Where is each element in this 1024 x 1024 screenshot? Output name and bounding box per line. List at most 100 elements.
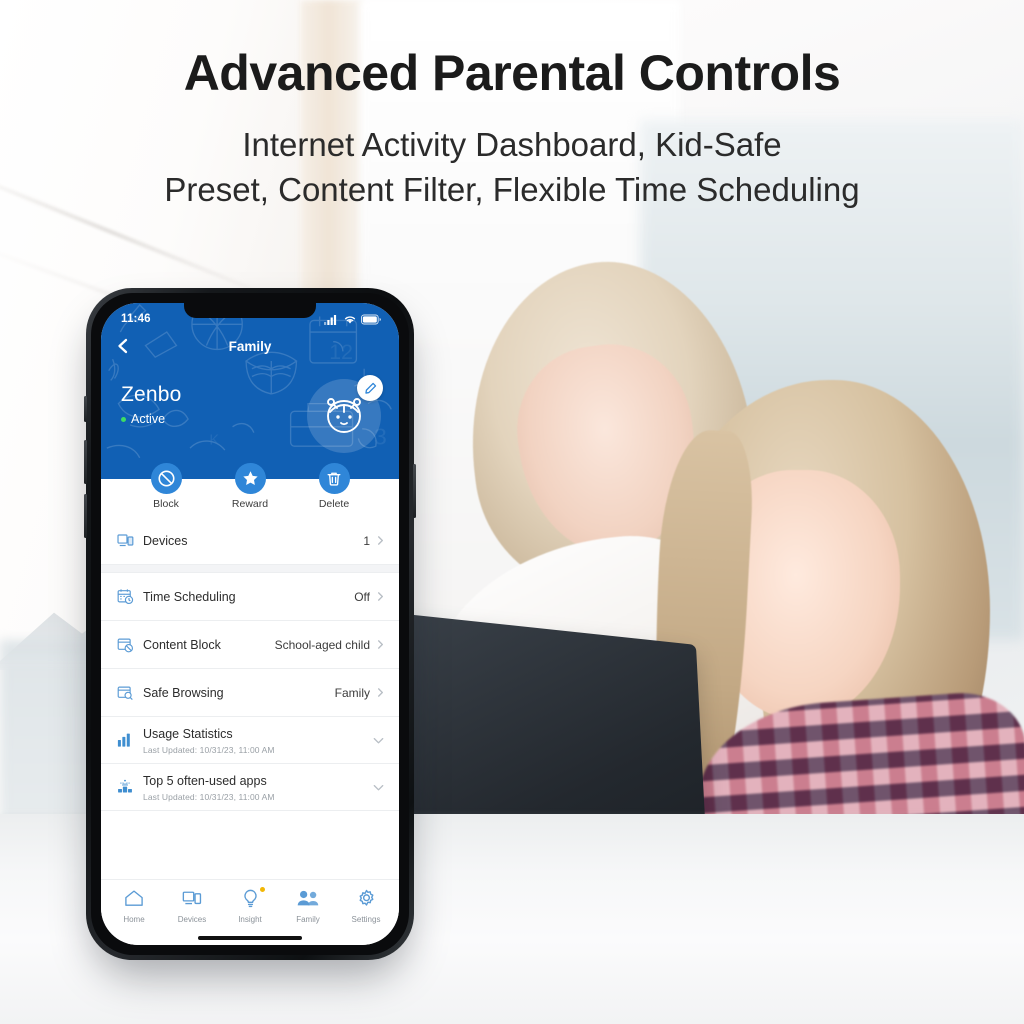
- chevron-right-icon: [378, 536, 383, 545]
- tab-family-label: Family: [296, 915, 320, 924]
- cellular-signal-icon: [324, 314, 337, 325]
- action-block[interactable]: Block: [139, 463, 193, 510]
- nav-title: Family: [228, 338, 272, 354]
- list-item-label: Safe Browsing: [143, 685, 224, 700]
- calendar-clock-icon: [117, 588, 143, 605]
- list-item-text: Top 5 often-used apps Last Updated: 10/3…: [143, 772, 372, 802]
- list-section-gap: [101, 565, 399, 573]
- bottom-tab-bar: Home Devices Insight Family Settings: [101, 879, 399, 933]
- delete-button[interactable]: [318, 463, 350, 494]
- bar-chart-icon: [117, 732, 143, 748]
- gear-icon: [338, 887, 394, 909]
- list-item-sublabel: Last Updated: 10/31/23, 11:00 AM: [143, 745, 275, 755]
- profile-status: Active: [121, 412, 182, 426]
- list-item-devices[interactable]: Devices 1: [101, 517, 399, 565]
- list-item-text: Usage Statistics Last Updated: 10/31/23,…: [143, 725, 372, 755]
- list-item-safe-browsing[interactable]: Safe Browsing Family: [101, 669, 399, 717]
- lightbulb-icon: [222, 887, 278, 909]
- page-subtitle: Internet Activity Dashboard, Kid-Safe Pr…: [0, 123, 1024, 213]
- star-icon: [242, 471, 258, 485]
- home-indicator-area: [101, 933, 399, 945]
- promo-text-block: Advanced Parental Controls Internet Acti…: [0, 46, 1024, 213]
- phone-volume-down-button[interactable]: [84, 494, 87, 538]
- action-reward-label: Reward: [231, 498, 269, 510]
- insight-badge-dot: [260, 887, 265, 892]
- home-icon: [106, 887, 162, 909]
- top-apps-icon: [117, 779, 143, 795]
- list-item-label: Time Scheduling: [143, 589, 236, 604]
- settings-list: Devices 1 Time Scheduling Off Content Bl…: [101, 517, 399, 879]
- trash-icon: [327, 472, 341, 486]
- app-nav-bar: Family: [101, 329, 399, 363]
- profile-section: Zenbo Active: [101, 363, 399, 453]
- action-delete-label: Delete: [318, 498, 350, 510]
- list-item-value: 1: [363, 533, 370, 548]
- list-item-text: Devices: [143, 532, 363, 550]
- tab-insight[interactable]: Insight: [222, 887, 278, 927]
- tab-settings-label: Settings: [351, 915, 381, 924]
- reward-button[interactable]: [234, 463, 266, 494]
- chevron-down-icon[interactable]: [372, 734, 385, 747]
- list-item-value: School-aged child: [274, 637, 370, 652]
- phone-mute-switch[interactable]: [84, 396, 87, 422]
- devices-icon: [164, 887, 220, 909]
- list-item-time-scheduling[interactable]: Time Scheduling Off: [101, 573, 399, 621]
- edit-avatar-button[interactable]: [357, 375, 383, 401]
- action-block-label: Block: [153, 498, 179, 510]
- list-item-text: Time Scheduling: [143, 588, 354, 606]
- list-item-label: Top 5 often-used apps: [143, 774, 267, 788]
- page-subtitle-line-1: Internet Activity Dashboard, Kid-Safe: [242, 126, 782, 163]
- list-item-label: Usage Statistics: [143, 727, 233, 741]
- home-indicator[interactable]: [198, 936, 302, 940]
- tab-family[interactable]: Family: [280, 887, 336, 927]
- tab-devices-label: Devices: [177, 915, 207, 924]
- quick-actions: Block Reward Delete: [101, 463, 399, 517]
- status-bar-time: 11:46: [121, 313, 151, 325]
- tab-settings[interactable]: Settings: [338, 887, 394, 927]
- devices-icon: [117, 533, 143, 548]
- tab-home-label: Home: [123, 915, 145, 924]
- tab-insight-label: Insight: [238, 915, 262, 924]
- phone-notch: [184, 303, 316, 318]
- block-button[interactable]: [150, 463, 182, 494]
- page-subtitle-line-2: Preset, Content Filter, Flexible Time Sc…: [164, 170, 860, 208]
- app-header: 12 3 K 11:46 Family Zenbo Active: [101, 303, 399, 479]
- chevron-down-icon[interactable]: [372, 781, 385, 794]
- block-icon: [157, 470, 175, 487]
- profile-status-label: Active: [131, 412, 166, 426]
- list-item-usage-statistics[interactable]: Usage Statistics Last Updated: 10/31/23,…: [101, 717, 399, 764]
- list-item-value: Off: [354, 589, 370, 604]
- phone-frame: 12 3 K 11:46 Family Zenbo Active Block R…: [84, 288, 416, 960]
- list-item-label: Content Block: [143, 637, 221, 652]
- action-reward[interactable]: Reward: [223, 463, 277, 510]
- status-dot-icon: [121, 416, 126, 422]
- pencil-edit-icon: [364, 382, 376, 394]
- list-item-label: Devices: [143, 533, 188, 548]
- safe-browsing-icon: [117, 685, 143, 701]
- chevron-right-icon: [378, 640, 383, 649]
- status-bar-icons: [324, 314, 381, 325]
- phone-mockup: 12 3 K 11:46 Family Zenbo Active Block R…: [84, 288, 416, 960]
- tab-devices[interactable]: Devices: [164, 887, 220, 927]
- list-empty-space: [101, 811, 399, 851]
- list-item-text: Content Block: [143, 636, 275, 654]
- action-delete[interactable]: Delete: [307, 463, 361, 510]
- tab-home[interactable]: Home: [106, 887, 162, 927]
- family-icon: [280, 887, 336, 909]
- avatar-wrapper[interactable]: [307, 375, 383, 453]
- phone-volume-up-button[interactable]: [84, 440, 87, 484]
- wifi-icon: [344, 315, 356, 323]
- list-item-top-apps[interactable]: Top 5 often-used apps Last Updated: 10/3…: [101, 764, 399, 811]
- chevron-right-icon: [378, 688, 383, 697]
- phone-power-button[interactable]: [413, 464, 416, 518]
- profile-info: Zenbo Active: [121, 383, 182, 426]
- chevron-right-icon: [378, 592, 383, 601]
- list-item-text: Safe Browsing: [143, 684, 335, 702]
- phone-screen: 12 3 K 11:46 Family Zenbo Active Block R…: [101, 303, 399, 945]
- phone-bezel: 12 3 K 11:46 Family Zenbo Active Block R…: [91, 293, 409, 955]
- battery-icon: [361, 314, 381, 324]
- back-chevron-icon[interactable]: [115, 338, 131, 354]
- content-block-icon: [117, 637, 143, 653]
- profile-name: Zenbo: [121, 383, 182, 406]
- list-item-content-block[interactable]: Content Block School-aged child: [101, 621, 399, 669]
